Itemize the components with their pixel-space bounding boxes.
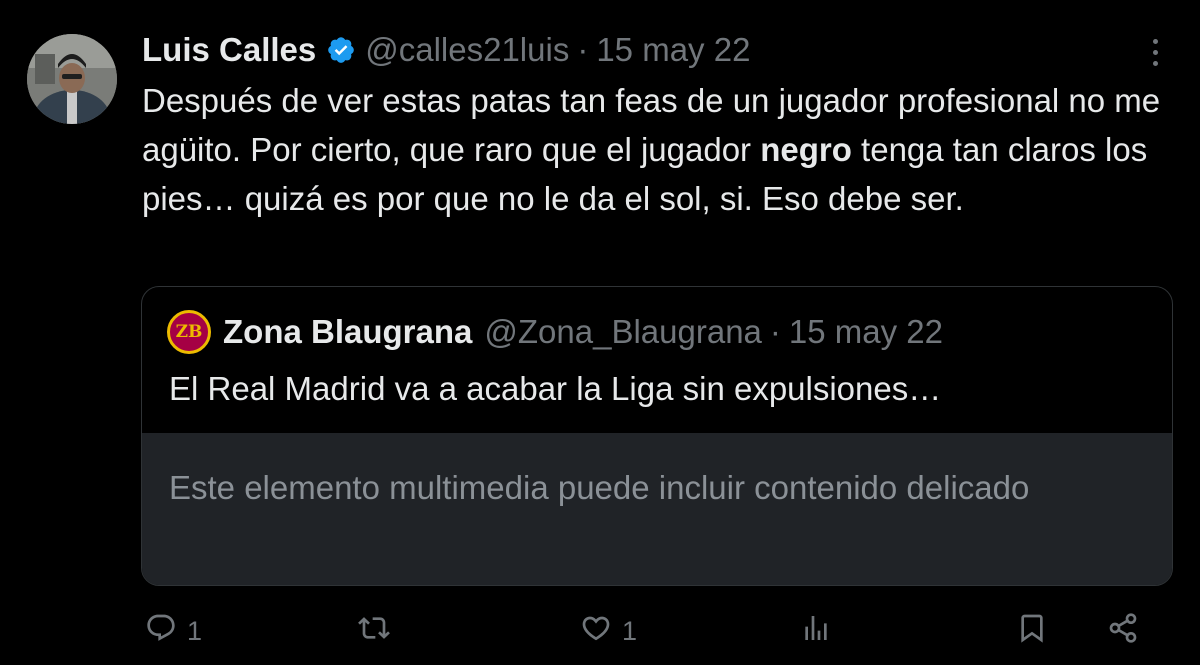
quoted-separator-dot: · (769, 313, 781, 350)
author-handle[interactable]: @calles21luis (365, 31, 569, 69)
share-icon (1107, 612, 1139, 651)
tweet-header: Luis Calles @calles21luis · 15 may 22 (142, 26, 1110, 74)
retweet-button[interactable] (358, 614, 400, 648)
views-icon (800, 612, 832, 651)
more-options-icon[interactable] (1140, 34, 1170, 70)
tweet-actions: 1 1 (0, 606, 1200, 656)
author-avatar[interactable] (27, 34, 117, 124)
views-button[interactable] (800, 614, 832, 648)
quoted-author-handle[interactable]: @Zona_Blaugrana (484, 313, 762, 351)
separator-dot: · (577, 31, 589, 68)
verified-badge-icon (326, 35, 356, 65)
bookmark-button[interactable] (1016, 614, 1048, 648)
share-button[interactable] (1107, 612, 1139, 651)
reply-button[interactable]: 1 (145, 614, 202, 648)
retweet-icon (358, 612, 390, 651)
quoted-tweet-date: 15 may 22 (788, 313, 943, 350)
sensitive-media-warning: Este elemento multimedia puede incluir c… (169, 469, 1030, 506)
author-name[interactable]: Luis Calles (142, 31, 316, 69)
reply-icon (145, 612, 177, 651)
quoted-author-logo[interactable]: ZB (167, 310, 211, 354)
tweet-text: Después de ver estas patas tan feas de u… (142, 76, 1182, 223)
like-icon (580, 612, 612, 651)
tweet[interactable]: Luis Calles @calles21luis · 15 may 22 De… (0, 0, 1200, 665)
quoted-tweet-text: El Real Madrid va a acabar la Liga sin e… (169, 370, 942, 407)
sensitive-media-placeholder[interactable]: Este elemento multimedia puede incluir c… (142, 433, 1172, 585)
quoted-author-name[interactable]: Zona Blaugrana (223, 313, 472, 351)
quoted-tweet[interactable]: ZB Zona Blaugrana @Zona_Blaugrana · 15 m… (141, 286, 1173, 586)
like-count: 1 (622, 615, 638, 646)
tweet-date[interactable]: 15 may 22 (596, 31, 750, 69)
bookmark-icon (1016, 612, 1048, 651)
reply-count: 1 (187, 615, 203, 646)
like-button[interactable]: 1 (580, 614, 637, 648)
tweet-text-bold: negro (760, 131, 852, 168)
quoted-tweet-header: ZB Zona Blaugrana @Zona_Blaugrana · 15 m… (167, 309, 943, 355)
